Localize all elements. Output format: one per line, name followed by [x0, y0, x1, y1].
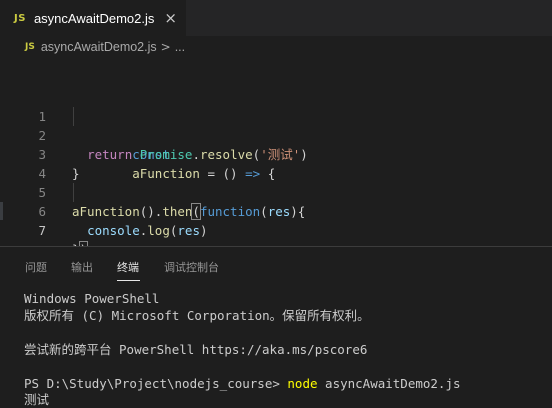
terminal-line: 尝试新的跨平台 PowerShell https://aka.ms/pscore…	[24, 342, 368, 357]
editor-tab-active[interactable]: JS asyncAwaitDemo2.js ×	[0, 0, 186, 36]
code-line-6[interactable]: 6 console.log(res)	[0, 183, 552, 238]
breadcrumb: JS asyncAwaitDemo2.js > ...	[0, 36, 552, 58]
vscode-window: JS asyncAwaitDemo2.js × JS asyncAwaitDem…	[0, 0, 552, 408]
breadcrumb-symbols[interactable]: ...	[175, 40, 185, 54]
terminal-command-args: asyncAwaitDemo2.js	[317, 376, 461, 391]
editor-tab-bar: JS asyncAwaitDemo2.js ×	[0, 0, 552, 36]
code-line-2[interactable]: 2 return Promise.resolve('测试')	[0, 107, 552, 162]
code-token: log	[147, 223, 170, 238]
tab-problems[interactable]: 问题	[25, 259, 47, 275]
javascript-file-icon: JS	[25, 42, 35, 52]
code-token: console	[87, 223, 140, 238]
chevron-right-icon: >	[160, 40, 171, 54]
javascript-file-icon: JS	[14, 12, 26, 24]
terminal-command: node	[287, 376, 318, 391]
code-editor[interactable]: 1 const aFunction = () => { 2 return Pro…	[0, 58, 552, 258]
terminal-line: 版权所有 (C) Microsoft Corporation。保留所有权利。	[24, 308, 370, 323]
tab-title: asyncAwaitDemo2.js	[33, 10, 155, 26]
bottom-panel: 问题 输出 终端 调试控制台 Windows PowerShell 版权所有 (…	[0, 247, 552, 408]
code-line-7[interactable]: 7 })	[0, 202, 552, 258]
line-number: 7	[38, 223, 46, 238]
terminal-output: 测试	[24, 392, 50, 407]
code-token: res	[177, 223, 200, 238]
code-line-1[interactable]: 1 const aFunction = () => {	[0, 88, 552, 181]
code-line-4[interactable]: 4	[0, 145, 552, 181]
breadcrumb-file[interactable]: asyncAwaitDemo2.js	[41, 40, 157, 54]
terminal-line: Windows PowerShell	[24, 291, 160, 306]
panel-tab-bar: 问题 输出 终端 调试控制台	[0, 247, 552, 283]
code-line-3[interactable]: 3 }	[0, 126, 552, 181]
code-line-5[interactable]: 5 aFunction().then(function(res){	[0, 164, 552, 220]
active-tab-indicator	[117, 280, 140, 281]
terminal-prompt: PS D:\Study\Project\nodejs_course>	[24, 376, 288, 391]
tab-terminal[interactable]: 终端	[117, 259, 139, 275]
terminal-prompt-line[interactable]: PS D:\Study\Project\nodejs_course> node …	[24, 375, 461, 392]
tab-output[interactable]: 输出	[71, 259, 93, 275]
close-icon[interactable]: ×	[164, 10, 177, 26]
current-line-marker	[0, 202, 3, 220]
code-token: )	[199, 223, 208, 238]
tab-debug-console[interactable]: 调试控制台	[164, 259, 219, 275]
